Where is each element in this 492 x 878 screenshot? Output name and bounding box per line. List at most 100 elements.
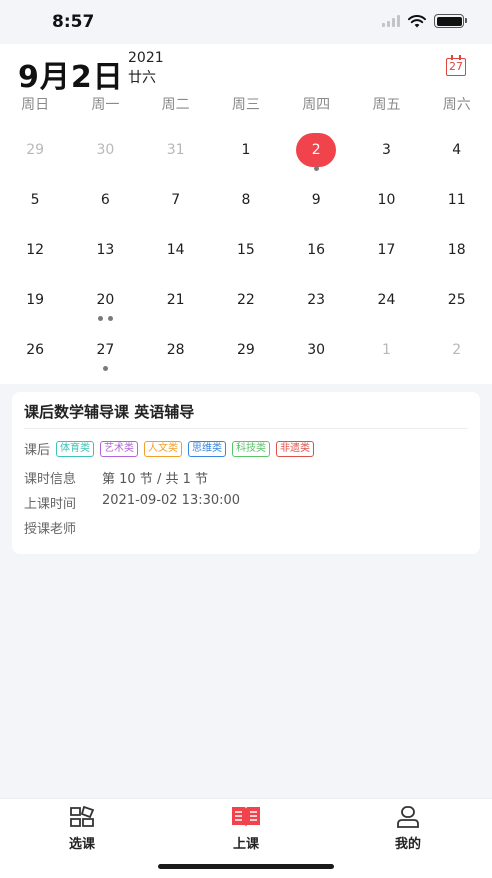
calendar-week-row: 5 6 7 8 9 10 11: [0, 176, 492, 226]
selected-date: 9月2日: [18, 60, 124, 95]
calendar-week-row: 12 13 14 15 16 17 18: [0, 226, 492, 276]
tab-class[interactable]: 上课: [196, 805, 296, 852]
day-number: 25: [447, 292, 466, 308]
calendar-day[interactable]: 20: [70, 276, 140, 326]
lunar-date-label: 廿六: [128, 70, 156, 86]
calendar-day[interactable]: 25: [422, 276, 492, 326]
calendar-day[interactable]: 9: [281, 176, 351, 226]
calendar-day[interactable]: 19: [0, 276, 70, 326]
weekday-label: 周四: [302, 97, 331, 113]
calendar-day[interactable]: 31: [141, 126, 211, 176]
day-number: 28: [166, 342, 185, 358]
calendar-day[interactable]: 6: [70, 176, 140, 226]
day-number: 29: [26, 142, 45, 158]
calendar-day[interactable]: 15: [211, 226, 281, 276]
info-key: 上课时间: [24, 497, 77, 512]
category-tag: 体育类: [56, 440, 95, 457]
status-icons: [382, 14, 467, 28]
tab-label: 我的: [394, 837, 421, 852]
calendar-day[interactable]: 30: [70, 126, 140, 176]
day-number: 13: [96, 242, 115, 258]
calendar-day[interactable]: 30: [281, 326, 351, 376]
calendar-day[interactable]: 10: [351, 176, 421, 226]
calendar-week-row: 26 27 28 29 30 1 2: [0, 326, 492, 376]
info-key: 授课老师: [24, 522, 77, 537]
tab-label: 选课: [68, 837, 95, 852]
weekday-label: 周五: [372, 97, 401, 113]
calendar-week-row: 29 30 31 1 2 3 4: [0, 126, 492, 176]
day-number: 29: [237, 342, 255, 358]
event-dots: [281, 166, 351, 172]
day-number: 31: [166, 142, 185, 158]
info-value: 2021-09-02 13:30:00: [102, 493, 241, 508]
calendar-day[interactable]: 27: [70, 326, 140, 376]
category-tag: 思维类: [188, 440, 227, 457]
calendar-day[interactable]: 26: [0, 326, 70, 376]
profile-icon: [397, 806, 419, 828]
tag-row: 课后 体育类 艺术类 人文类 思维类 科技类 非遗类: [24, 439, 468, 458]
calendar-day[interactable]: 13: [70, 226, 140, 276]
day-number: 10: [377, 192, 396, 208]
calendar-day[interactable]: 5: [0, 176, 70, 226]
day-number: 26: [26, 342, 45, 358]
calendar-day[interactable]: 4: [422, 126, 492, 176]
day-number: 23: [307, 292, 326, 308]
weekday-label: 周日: [21, 97, 50, 113]
calendar-day[interactable]: 14: [141, 226, 211, 276]
event-dot: [313, 166, 319, 171]
tab-label: 上课: [232, 837, 259, 852]
calendar-header: 9月2日: [18, 52, 124, 96]
info-row: 授课老师: [24, 518, 468, 537]
tab-mine[interactable]: 我的: [358, 805, 458, 852]
calendar-day[interactable]: 17: [351, 226, 421, 276]
calendar-day[interactable]: 7: [141, 176, 211, 226]
calendar-day[interactable]: 28: [141, 326, 211, 376]
weekday-label: 周二: [161, 97, 190, 113]
calendar-day[interactable]: 8: [211, 176, 281, 226]
cellular-signal-icon: [382, 15, 400, 27]
course-card[interactable]: 课后数学辅导课 英语辅导 课后 体育类 艺术类 人文类 思维类 科技类 非遗类 课时信息 第…: [12, 392, 480, 554]
day-number: 16: [307, 242, 326, 258]
weekday-label: 周六: [442, 97, 471, 113]
bottom-tab-bar: 选课 上课 我的: [0, 798, 492, 878]
category-tag: 艺术类: [100, 440, 139, 457]
calendar-week-row: 19 20 21 22 23 24 25: [0, 276, 492, 326]
calendar-day[interactable]: 18: [422, 226, 492, 276]
calendar-day[interactable]: 24: [351, 276, 421, 326]
calendar-day[interactable]: 23: [281, 276, 351, 326]
event-dot: [102, 366, 108, 371]
day-number: 1: [381, 342, 391, 358]
category-tag: 非遗类: [276, 440, 315, 457]
day-number: 2: [452, 342, 462, 358]
info-row: 课时信息 第 10 节 / 共 1 节: [24, 468, 468, 487]
day-number: 8: [241, 192, 251, 208]
calendar-day[interactable]: 3: [351, 126, 421, 176]
open-book-icon: [232, 807, 260, 827]
calendar-day[interactable]: 29: [211, 326, 281, 376]
calendar-day[interactable]: 2: [422, 326, 492, 376]
calendar-day[interactable]: 21: [141, 276, 211, 326]
course-info: 课时信息 第 10 节 / 共 1 节上课时间 2021-09-02 13:30:0…: [24, 468, 468, 537]
calendar-day-selected[interactable]: 2: [281, 126, 351, 176]
calendar-day[interactable]: 22: [211, 276, 281, 326]
day-number: 19: [26, 292, 45, 308]
year-lunar-block: 2021 廿六: [128, 50, 208, 87]
calendar-day[interactable]: 12: [0, 226, 70, 276]
info-key: 课时信息: [24, 472, 77, 487]
day-number: 14: [166, 242, 185, 258]
weekday-label: 周一: [91, 97, 120, 113]
day-number: 21: [166, 292, 185, 308]
tab-course-select[interactable]: 选课: [32, 805, 132, 852]
calendar-day[interactable]: 11: [422, 176, 492, 226]
status-bar: 8:57: [0, 0, 492, 44]
calendar-day[interactable]: 1: [351, 326, 421, 376]
today-calendar-icon[interactable]: 27: [446, 55, 466, 76]
day-number: 27: [96, 342, 115, 358]
calendar-day[interactable]: 1: [211, 126, 281, 176]
weekday-header: 周日 周一 周二 周三 周四 周五 周六: [0, 94, 492, 114]
day-number: 15: [237, 242, 255, 258]
calendar-day[interactable]: 29: [0, 126, 70, 176]
course-select-icon: [70, 805, 95, 827]
day-number: 3: [381, 142, 391, 158]
calendar-day[interactable]: 16: [281, 226, 351, 276]
